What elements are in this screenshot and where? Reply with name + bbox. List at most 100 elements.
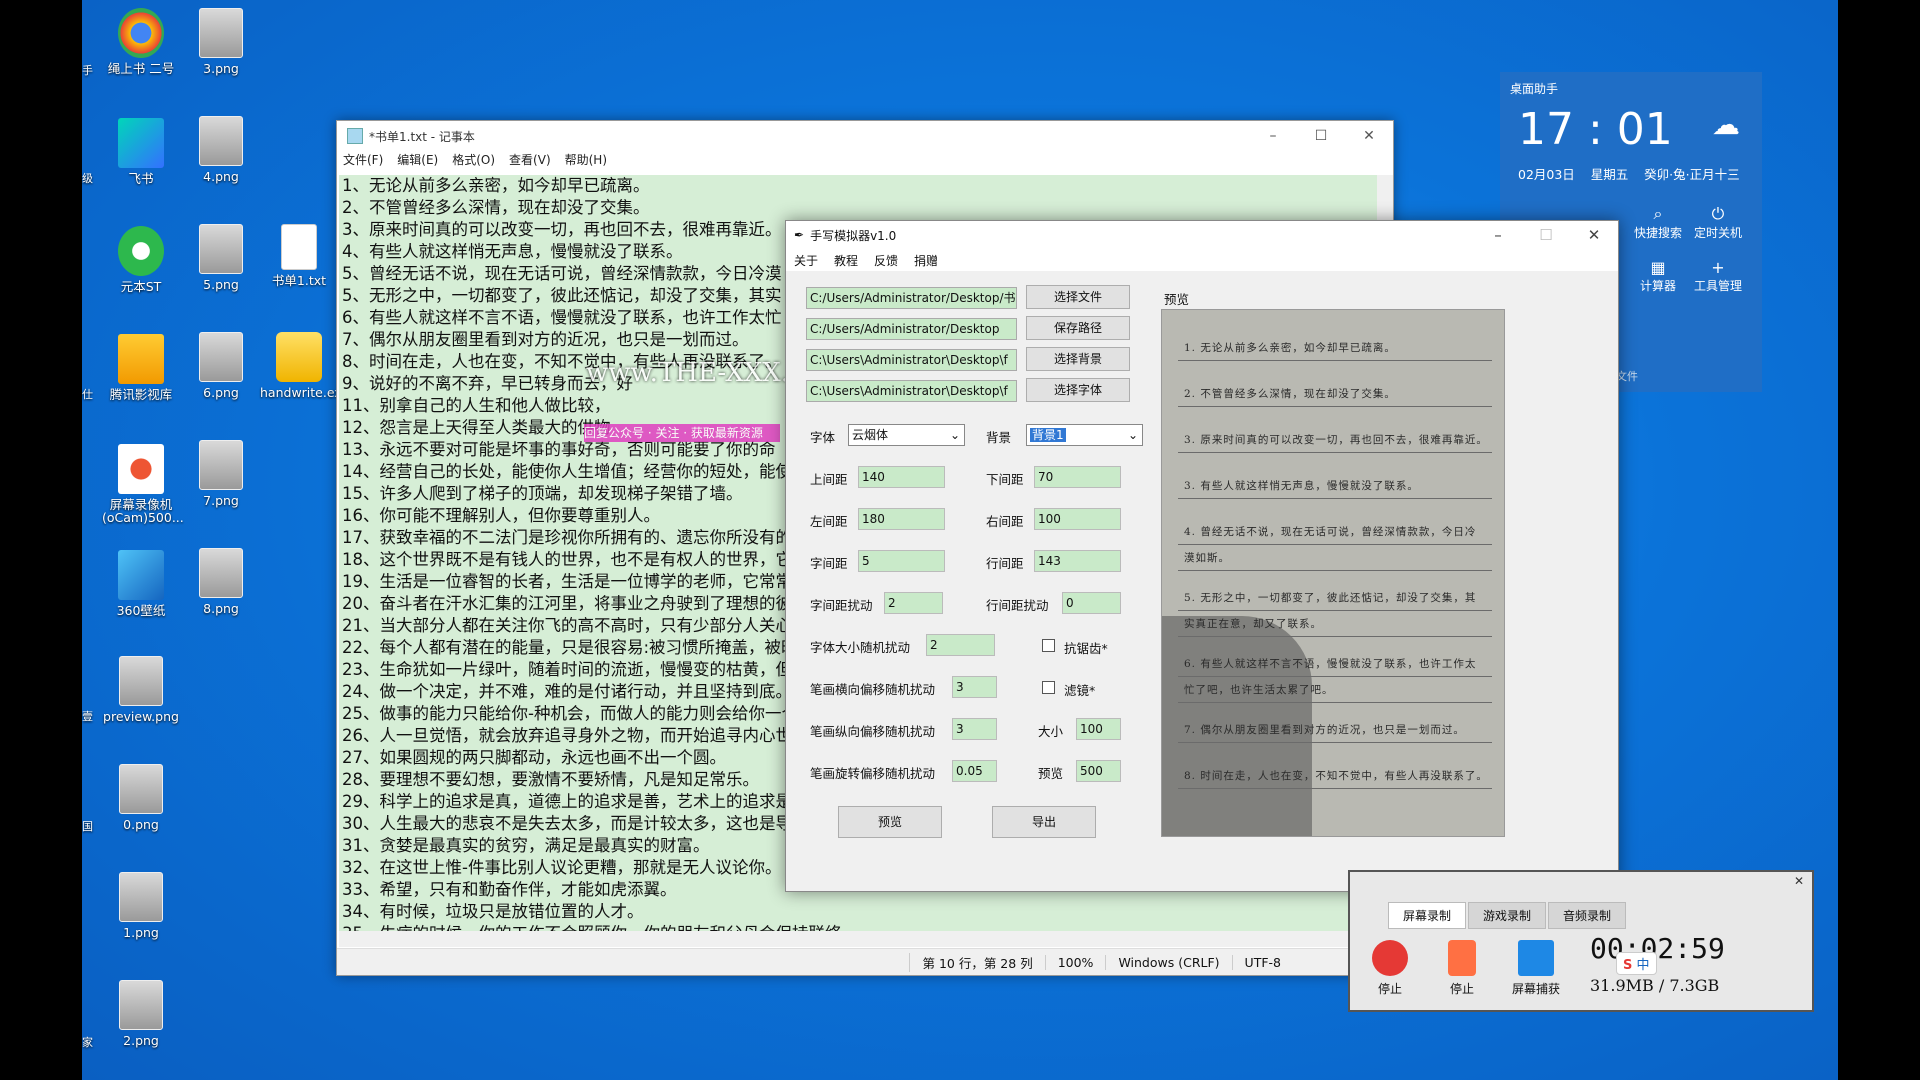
desktop-icon-label: 5.png <box>203 277 239 292</box>
top-margin-input[interactable]: 140 <box>858 466 945 488</box>
desktop-icon-handwrite-exe[interactable]: handwrite.exe <box>260 332 349 399</box>
stroke-horizontal-input[interactable]: 3 <box>952 676 997 698</box>
background-select[interactable]: 背景1 ⌄ <box>1026 424 1143 446</box>
desktop-icon-8-png[interactable]: 8.png <box>182 548 260 615</box>
menu-view[interactable]: 查看(V) <box>509 151 551 171</box>
timed-shutdown-button[interactable]: ⏻ 定时关机 <box>1688 204 1748 241</box>
image-file-icon <box>199 332 243 382</box>
close-icon[interactable]: ✕ <box>1794 874 1804 888</box>
line-jitter-input[interactable]: 0 <box>1062 592 1121 614</box>
menu-format[interactable]: 格式(O) <box>452 151 495 171</box>
size-input[interactable]: 100 <box>1076 718 1121 740</box>
calculator-button[interactable]: ▦ 计算器 <box>1628 258 1688 294</box>
background-path-field[interactable]: C:\Users\Administrator\Desktop\f <box>806 349 1017 371</box>
image-file-icon <box>119 980 163 1030</box>
desktop-icon-browser[interactable]: 绳上书 二号 <box>102 8 180 75</box>
desktop-icon-feishu[interactable]: 飞书 <box>102 118 180 185</box>
desktop-icon-7-png[interactable]: 7.png <box>182 440 260 507</box>
status-encoding: UTF-8 <box>1231 954 1293 970</box>
chevron-down-icon: ⌄ <box>1127 428 1138 442</box>
desktop-icon-1-png[interactable]: 1.png <box>102 872 180 939</box>
right-margin-input[interactable]: 100 <box>1034 508 1121 530</box>
desktop-icon-label: 0.png <box>123 817 159 832</box>
param-label: 字间距 <box>810 556 848 571</box>
stroke-vertical-input[interactable]: 3 <box>952 718 997 740</box>
text-line: 34、有时候，垃圾只是放错位置的人才。 <box>342 902 644 921</box>
edge-label: 级 <box>82 172 93 185</box>
save-path-field[interactable]: C:/Users/Administrator/Desktop <box>806 318 1017 340</box>
preview-button[interactable]: 预览 <box>838 806 942 838</box>
file-path-field[interactable]: C:/Users/Administrator/Desktop/书 <box>806 287 1017 309</box>
char-jitter-input[interactable]: 2 <box>884 592 943 614</box>
horizontal-scrollbar[interactable] <box>339 931 1375 947</box>
tab-screen-record[interactable]: 屏幕录制 <box>1388 902 1467 929</box>
desktop-icon-0-png[interactable]: 0.png <box>102 764 180 831</box>
ruled-line <box>1178 360 1492 361</box>
maximize-button[interactable]: ☐ <box>1522 226 1570 244</box>
line-spacing-input[interactable]: 143 <box>1034 550 1121 572</box>
choose-file-button[interactable]: 选择文件 <box>1026 285 1130 309</box>
desktop-icon-yuanben[interactable]: 元本ST <box>102 226 180 293</box>
minimize-button[interactable]: – <box>1474 226 1522 244</box>
save-path-button[interactable]: 保存路径 <box>1026 316 1130 340</box>
desktop-icon-preview-png[interactable]: preview.png <box>102 656 180 723</box>
desktop-icon-3-png[interactable]: 3.png <box>182 8 260 75</box>
tab-game-record[interactable]: 游戏录制 <box>1468 902 1547 929</box>
pause-button[interactable]: 停止 <box>1432 940 1492 997</box>
wallpaper-icon <box>118 550 164 600</box>
filter-checkbox[interactable] <box>1042 681 1055 694</box>
desktop-icon-booklist-txt[interactable]: 书单1.txt <box>260 224 338 287</box>
menu-about[interactable]: 关于 <box>794 252 818 269</box>
bottom-margin-input[interactable]: 70 <box>1034 466 1121 488</box>
menu-edit[interactable]: 编辑(E) <box>397 151 438 171</box>
ruled-line <box>1178 498 1492 499</box>
close-button[interactable]: ✕ <box>1570 226 1618 244</box>
menu-help[interactable]: 帮助(H) <box>565 151 607 171</box>
tool-manager-button[interactable]: + 工具管理 <box>1688 258 1748 294</box>
stop-record-button[interactable]: 停止 <box>1360 940 1420 997</box>
preview-size-input[interactable]: 500 <box>1076 760 1121 782</box>
screen-capture-button[interactable]: 屏幕捕获 <box>1506 940 1566 997</box>
font-path-field[interactable]: C:\Users\Administrator\Desktop\f <box>806 380 1017 402</box>
record-icon <box>1372 940 1408 976</box>
sim-titlebar[interactable]: ✒ 手写模拟器v1.0 – ☐ ✕ <box>786 221 1618 249</box>
close-button[interactable]: ✕ <box>1345 128 1393 144</box>
font-select[interactable]: 云烟体 ⌄ <box>848 424 965 446</box>
desktop-icon-2-png[interactable]: 2.png <box>102 980 180 1047</box>
desktop-icon-ocam[interactable]: 屏幕录像机(oCam)500... <box>102 444 184 524</box>
desktop-icon-label: 4.png <box>203 169 239 184</box>
notepad-titlebar[interactable]: *书单1.txt - 记事本 – ☐ ✕ <box>337 121 1393 151</box>
param-label: 笔画横向偏移随机扰动 <box>810 682 936 697</box>
param-label: 下间距 <box>986 472 1024 487</box>
stroke-rotation-input[interactable]: 0.05 <box>952 760 997 782</box>
choose-font-button[interactable]: 选择字体 <box>1026 378 1130 402</box>
power-icon: ⏻ <box>1711 204 1725 223</box>
ruled-line <box>1178 406 1492 407</box>
button-label: 停止 <box>1449 982 1474 996</box>
quick-search-button[interactable]: ⌕ 快捷搜索 <box>1628 204 1688 241</box>
desktop-icon-label: 6.png <box>203 385 239 400</box>
plus-icon: + <box>1711 258 1725 277</box>
param-label: 行间距 <box>986 556 1024 571</box>
antialias-checkbox[interactable] <box>1042 639 1055 652</box>
menu-feedback[interactable]: 反馈 <box>874 252 898 269</box>
ime-toolbar[interactable]: S 中 <box>1616 952 1657 975</box>
desktop-icon-tencent-video[interactable]: 腾讯影视库 <box>102 334 180 401</box>
desktop-icon-5-png[interactable]: 5.png <box>182 224 260 291</box>
tab-audio-record[interactable]: 音频录制 <box>1548 902 1627 929</box>
left-margin-input[interactable]: 180 <box>858 508 945 530</box>
desktop-icon-360wallpaper[interactable]: 360壁纸 <box>102 550 180 617</box>
choose-background-button[interactable]: 选择背景 <box>1026 347 1130 371</box>
export-button[interactable]: 导出 <box>992 806 1096 838</box>
minimize-button[interactable]: – <box>1249 128 1297 144</box>
menu-donate[interactable]: 捐赠 <box>914 252 938 269</box>
menu-tutorial[interactable]: 教程 <box>834 252 858 269</box>
image-file-icon <box>199 116 243 166</box>
char-spacing-input[interactable]: 5 <box>858 550 945 572</box>
menu-file[interactable]: 文件(F) <box>343 151 383 171</box>
desktop-icon-6-png[interactable]: 6.png <box>182 332 260 399</box>
maximize-button[interactable]: ☐ <box>1297 128 1345 144</box>
ruled-line <box>1178 544 1492 545</box>
size-jitter-input[interactable]: 2 <box>926 634 995 656</box>
desktop-icon-4-png[interactable]: 4.png <box>182 116 260 183</box>
